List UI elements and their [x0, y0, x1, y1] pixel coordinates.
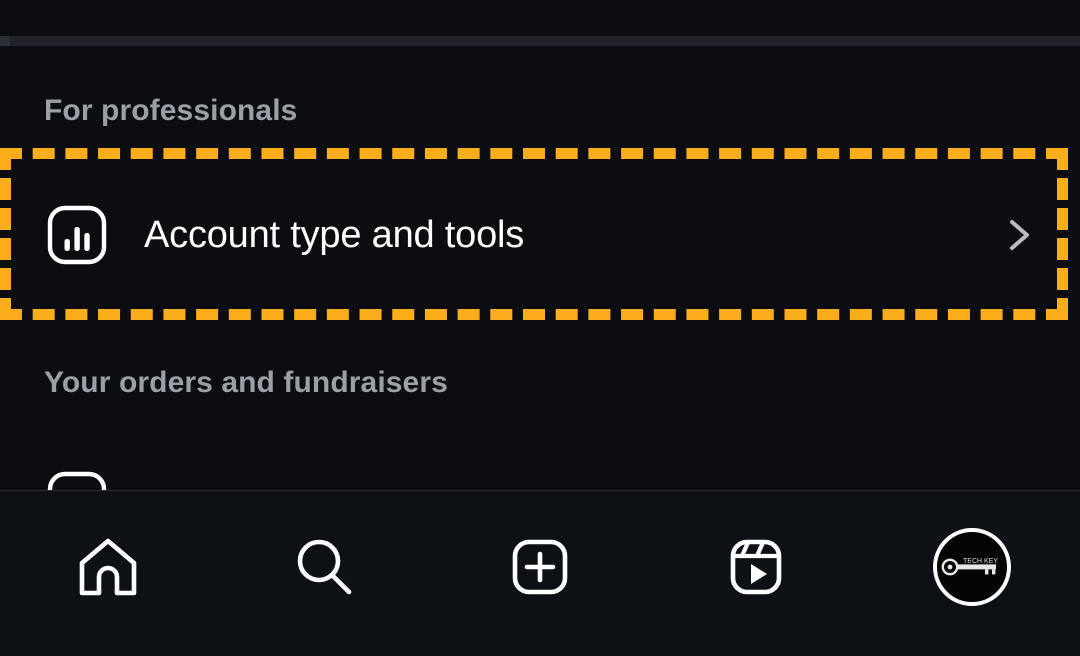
- app-screen: For professionals Account type and tools…: [0, 0, 1080, 656]
- nav-item-profile[interactable]: TECH KEY: [864, 491, 1080, 631]
- scroll-edge-band: [0, 36, 1080, 46]
- section-heading-your-orders-and-fundraisers: Your orders and fundraisers: [44, 366, 448, 399]
- settings-row-account-type-and-tools[interactable]: Account type and tools: [0, 160, 1080, 310]
- bottom-navigation-bar: TECH KEY: [0, 491, 1080, 656]
- nav-item-search[interactable]: [216, 491, 432, 631]
- section-heading-for-professionals: For professionals: [44, 94, 298, 127]
- reels-icon: [723, 534, 789, 600]
- plus-square-icon: [507, 534, 573, 600]
- scroll-edge-tab: [0, 36, 10, 46]
- svg-text:TECH KEY: TECH KEY: [963, 558, 998, 565]
- settings-row-label: Account type and tools: [144, 213, 525, 256]
- nav-item-create[interactable]: [432, 491, 648, 631]
- avatar-logo-icon: TECH KEY: [941, 558, 998, 576]
- avatar: TECH KEY: [933, 528, 1011, 606]
- search-icon: [291, 534, 357, 600]
- home-icon: [75, 534, 141, 600]
- nav-item-home[interactable]: [0, 491, 216, 631]
- chevron-right-icon: [1002, 218, 1036, 252]
- bar-chart-icon: [46, 204, 108, 266]
- status-bar-area: [0, 0, 1080, 36]
- nav-item-reels[interactable]: [648, 491, 864, 631]
